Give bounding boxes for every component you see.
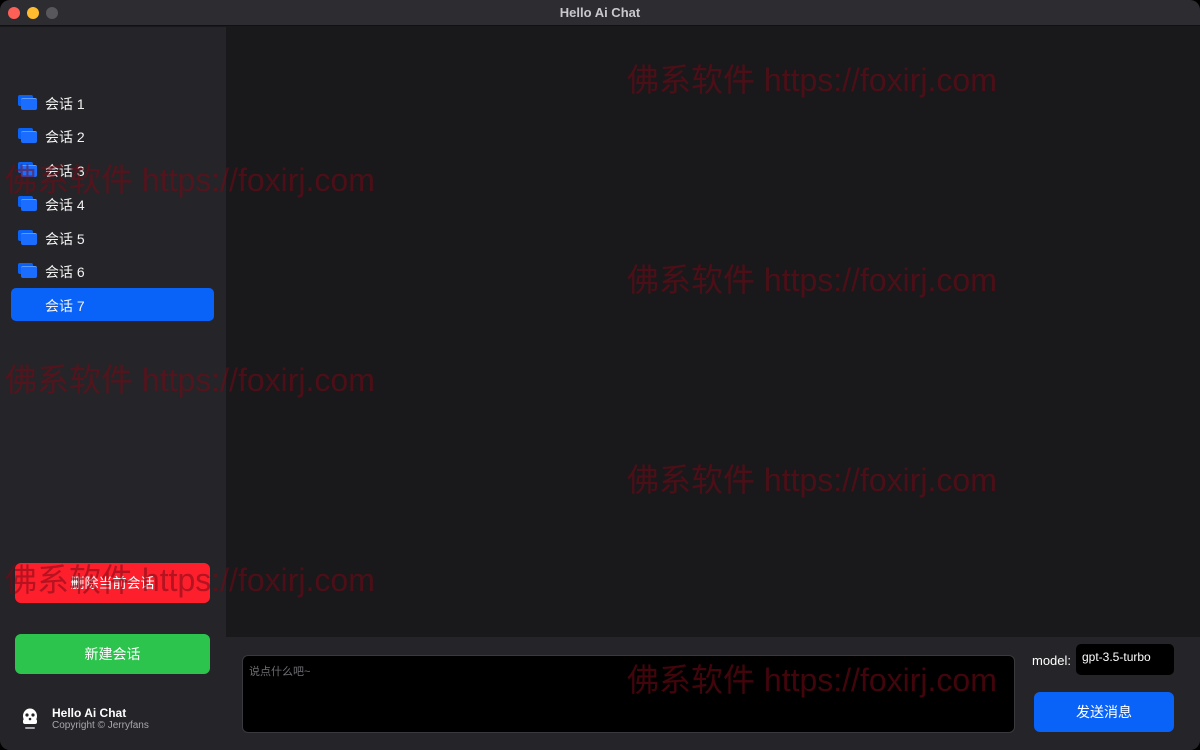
session-label: 会话 2 xyxy=(45,129,85,145)
session-label: 会话 4 xyxy=(45,197,85,213)
folder-icon xyxy=(18,196,38,211)
composer-panel: model: gpt-3.5-turbo 发送消息 xyxy=(226,637,1200,750)
session-item-6[interactable]: 会话 6 xyxy=(11,254,214,287)
session-item-4[interactable]: 会话 4 xyxy=(11,187,214,220)
title-bar: Hello Ai Chat xyxy=(0,0,1200,26)
folder-icon xyxy=(18,230,38,245)
folder-icon xyxy=(18,162,38,177)
session-label: 会话 5 xyxy=(45,231,85,247)
copyright-text: Copyright © Jerryfans xyxy=(52,720,149,731)
session-item-7[interactable]: 会话 7 xyxy=(11,288,214,321)
session-label: 会话 3 xyxy=(45,163,85,179)
delete-session-button[interactable]: 删除当前会话 xyxy=(15,563,210,603)
session-item-5[interactable]: 会话 5 xyxy=(11,221,214,254)
session-item-3[interactable]: 会话 3 xyxy=(11,153,214,186)
folder-icon xyxy=(18,128,38,143)
folder-icon xyxy=(18,263,38,278)
app-window: Hello Ai Chat 会话 1 会话 2 会话 3 会话 4 会话 5 会… xyxy=(0,0,1200,750)
session-label: 会话 1 xyxy=(45,96,85,112)
chat-messages-area xyxy=(226,27,1200,637)
app-logo-icon xyxy=(23,708,37,729)
window-title: Hello Ai Chat xyxy=(559,5,641,20)
session-item-1[interactable]: 会话 1 xyxy=(11,86,214,119)
model-label: model: xyxy=(1032,653,1072,668)
folder-icon xyxy=(18,95,38,110)
session-label: 会话 7 xyxy=(45,298,85,314)
model-select[interactable]: gpt-3.5-turbo xyxy=(1076,644,1174,675)
message-input[interactable] xyxy=(242,655,1015,733)
session-label: 会话 6 xyxy=(45,264,85,280)
new-session-button[interactable]: 新建会话 xyxy=(15,634,210,674)
session-item-2[interactable]: 会话 2 xyxy=(11,119,214,152)
send-message-button[interactable]: 发送消息 xyxy=(1034,692,1174,732)
app-name: Hello Ai Chat xyxy=(52,706,127,720)
sidebar: 会话 1 会话 2 会话 3 会话 4 会话 5 会话 6 会话 7 删除当前会… xyxy=(0,27,226,750)
